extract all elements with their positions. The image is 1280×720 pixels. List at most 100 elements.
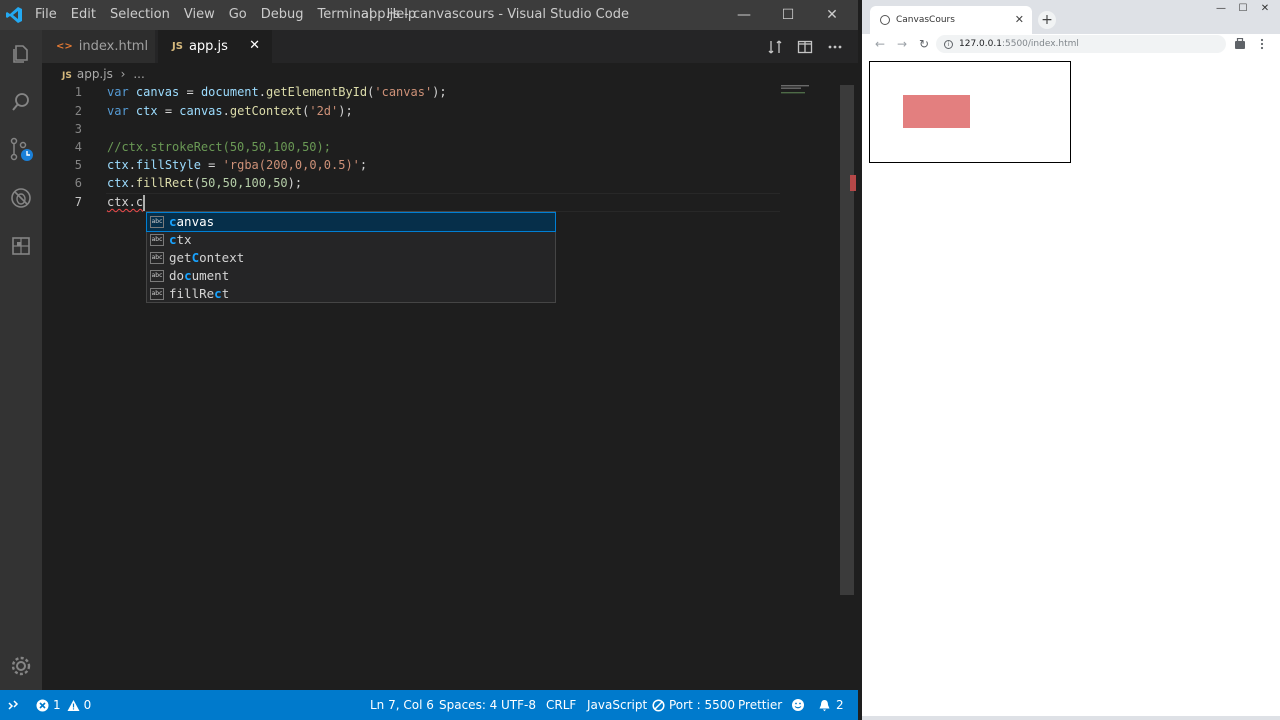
code-line: //ctx.strokeRect(50,50,100,50);: [107, 140, 331, 154]
encoding[interactable]: UTF-8: [501, 690, 536, 720]
vertical-scrollbar[interactable]: [840, 85, 854, 595]
remote-icon[interactable]: [6, 690, 20, 720]
breadcrumb-file[interactable]: app.js: [77, 67, 113, 81]
suggestion-item[interactable]: abc get Context: [147, 249, 555, 267]
tab-index-html[interactable]: <> index.html: [42, 30, 156, 63]
menu-file[interactable]: File: [28, 0, 64, 30]
breadcrumb: JS app.js › ...: [42, 63, 858, 85]
open-changes-icon[interactable]: [760, 30, 790, 63]
tab-app-js[interactable]: JS app.js ✕: [158, 30, 272, 63]
code-line: ctx.c: [107, 195, 144, 209]
js-file-icon: JS: [62, 71, 72, 81]
browser-tab[interactable]: CanvasCours ✕: [870, 6, 1032, 34]
address-bar[interactable]: i 127.0.0.1:5500/index.html: [936, 35, 1226, 53]
browser-close-button[interactable]: ✕: [1254, 0, 1276, 16]
scrollbar-thumb[interactable]: [840, 85, 854, 595]
globe-icon: [880, 15, 890, 25]
suggestion-item[interactable]: abc fillRe c t: [147, 285, 555, 303]
url-host: 127.0.0.1: [959, 39, 1002, 49]
menu-go[interactable]: Go: [222, 0, 254, 30]
source-control-icon[interactable]: [5, 134, 37, 166]
bell-icon: [819, 699, 830, 711]
js-file-icon: JS: [172, 41, 183, 52]
filled-rectangle: [903, 95, 970, 128]
line-number: 6: [74, 176, 82, 190]
more-actions-icon[interactable]: [820, 30, 850, 63]
line-number: 1: [74, 85, 82, 99]
browser-menu-icon[interactable]: [1254, 36, 1270, 52]
tab-label: app.js: [188, 39, 228, 54]
back-icon[interactable]: ←: [872, 36, 888, 52]
menu-view[interactable]: View: [177, 0, 222, 30]
suggestion-item[interactable]: abc c tx: [147, 231, 555, 249]
cursor-position[interactable]: Ln 7, Col 6: [370, 690, 434, 720]
editor-tabs: <> index.html JS app.js ✕: [42, 30, 858, 63]
autocomplete-widget: abc c anvas abc c tx abc get Context abc do c ume…: [146, 211, 556, 303]
window-title: app.js - canvascours - Visual Studio Cod…: [361, 7, 629, 22]
error-icon: [36, 699, 49, 711]
text-suggestion-icon: abc: [150, 252, 164, 264]
vscode-logo-icon: [6, 7, 22, 23]
line-number: 5: [74, 158, 82, 172]
code-line: var canvas = document.getElementById('ca…: [107, 85, 447, 99]
suggestion-item[interactable]: abc c anvas: [146, 212, 556, 232]
line-number: 7: [74, 195, 82, 209]
title-bar: File Edit Selection View Go Debug Termin…: [0, 0, 858, 30]
live-server-port[interactable]: Port : 5500: [652, 690, 735, 720]
settings-gear-icon[interactable]: [5, 650, 37, 682]
current-line-highlight: [106, 193, 780, 212]
browser-minimize-button[interactable]: —: [1210, 0, 1232, 16]
reload-icon[interactable]: ↻: [916, 36, 932, 52]
problems-indicator[interactable]: 1 0: [36, 690, 91, 720]
text-suggestion-icon: abc: [150, 270, 164, 282]
notification-count: 2: [836, 698, 844, 712]
warning-icon: [67, 699, 80, 711]
line-number: 2: [74, 104, 82, 118]
line-number: 4: [74, 140, 82, 154]
warning-count: 0: [83, 698, 92, 712]
search-icon[interactable]: [5, 86, 37, 118]
explorer-icon[interactable]: [5, 38, 37, 70]
forward-icon[interactable]: →: [894, 36, 910, 52]
info-icon[interactable]: i: [944, 39, 953, 49]
feedback-smiley-icon[interactable]: [791, 690, 805, 720]
demo-canvas: [869, 61, 1071, 163]
close-tab-icon[interactable]: ✕: [249, 38, 260, 53]
extensions-icon[interactable]: [5, 230, 37, 262]
notifications[interactable]: 2: [818, 690, 844, 720]
suggestion-item[interactable]: abc do c ument: [147, 267, 555, 285]
tab-label: index.html: [78, 39, 149, 54]
menu-debug[interactable]: Debug: [254, 0, 311, 30]
close-browser-tab-icon[interactable]: ✕: [1015, 13, 1024, 26]
new-tab-button[interactable]: +: [1038, 11, 1056, 29]
error-count: 1: [53, 698, 61, 712]
debug-icon[interactable]: [5, 182, 37, 214]
extension-icon[interactable]: [1232, 36, 1248, 52]
close-window-button[interactable]: ✕: [810, 0, 854, 30]
menu-selection[interactable]: Selection: [103, 0, 177, 30]
browser-window: CanvasCours ✕ + — ☐ ✕ ← → ↻ i 127.0.0.1:…: [858, 0, 1280, 720]
minimize-button[interactable]: —: [722, 0, 766, 30]
browser-maximize-button[interactable]: ☐: [1232, 0, 1254, 16]
maximize-button[interactable]: ☐: [766, 0, 810, 30]
page-viewport: [862, 54, 1280, 716]
language-mode[interactable]: JavaScript: [587, 690, 647, 720]
browser-tab-title: CanvasCours: [896, 15, 955, 25]
code-line: ctx.fillStyle = 'rgba(200,0,0,0.5)';: [107, 158, 368, 172]
prettier-status[interactable]: Prettier: [738, 690, 782, 720]
code-editor[interactable]: 1 2 3 4 5 6 7 var canvas = document.getE…: [42, 85, 858, 690]
split-editor-icon[interactable]: [790, 30, 820, 63]
error-marker: [850, 175, 856, 191]
line-ending[interactable]: CRLF: [546, 690, 576, 720]
code-line: var ctx = canvas.getContext('2d');: [107, 104, 353, 118]
vscode-window: File Edit Selection View Go Debug Termin…: [0, 0, 858, 720]
text-suggestion-icon: abc: [150, 234, 164, 246]
breadcrumb-more[interactable]: ...: [133, 67, 144, 81]
block-icon: [652, 698, 665, 712]
menu-edit[interactable]: Edit: [64, 0, 103, 30]
browser-tab-strip: CanvasCours ✕ + — ☐ ✕: [862, 0, 1280, 34]
indentation[interactable]: Spaces: 4: [439, 690, 497, 720]
line-number: 3: [74, 122, 82, 136]
minimap[interactable]: [780, 85, 834, 125]
browser-toolbar: ← → ↻ i 127.0.0.1:5500/index.html: [862, 34, 1280, 54]
